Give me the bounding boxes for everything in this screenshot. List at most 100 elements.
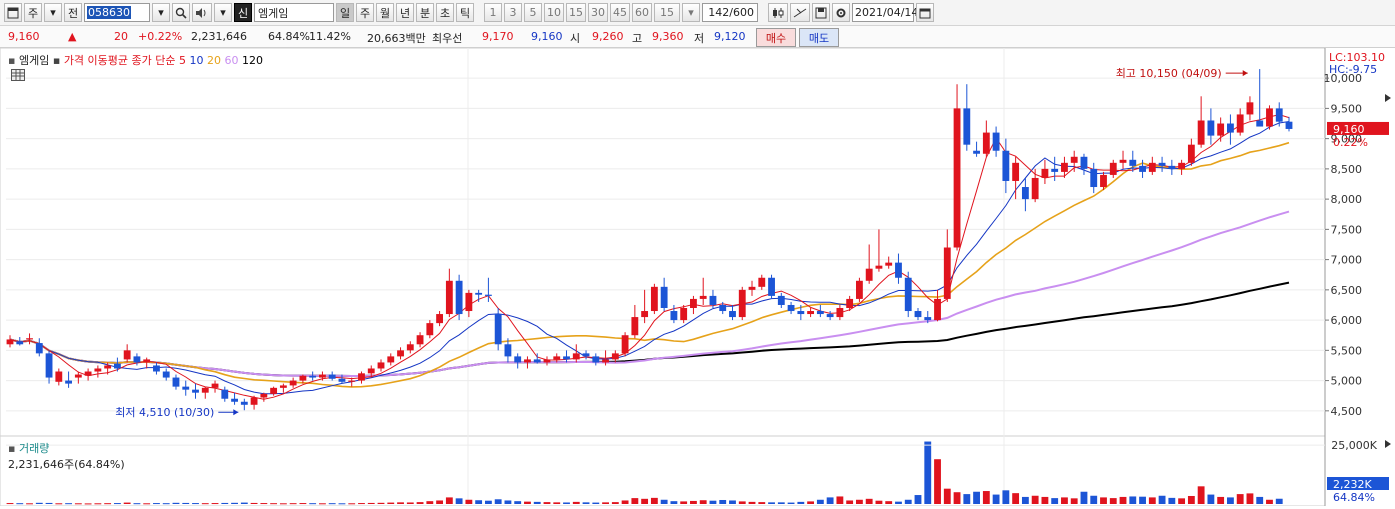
volume-bar <box>1246 493 1254 504</box>
window-icon[interactable] <box>4 3 22 22</box>
volume-bar <box>1266 499 1273 504</box>
candle-body <box>279 385 287 388</box>
candle-body <box>943 247 951 299</box>
volume-bar <box>1041 496 1049 504</box>
volume-bar <box>182 502 190 504</box>
interval-10[interactable]: 10 <box>544 3 564 22</box>
volume-bar <box>1100 497 1107 504</box>
stock-chart[interactable]: 10,000 9,500 9,000 8,500 8,000 7,500 7,000 6,50… <box>0 47 1395 507</box>
candle-icon[interactable] <box>768 3 788 22</box>
tab-week[interactable]: 주 <box>356 3 374 22</box>
candle-body <box>133 356 141 363</box>
volume-bar <box>553 502 561 504</box>
save-icon[interactable] <box>812 3 830 22</box>
chevron-down-icon[interactable]: ▾ <box>44 3 62 22</box>
candle-body <box>328 374 336 379</box>
volume-bar <box>621 500 629 504</box>
table-icon[interactable] <box>11 69 25 81</box>
candle-body <box>377 362 385 369</box>
volume-bar <box>680 501 688 504</box>
candle-body <box>397 350 404 357</box>
stock-info-icon[interactable]: 신 <box>234 3 252 22</box>
data-count-field[interactable]: 142/600 <box>702 3 758 22</box>
volume-bar <box>1187 495 1195 504</box>
price-tick-label: 7,000 <box>1331 254 1363 267</box>
tab-tick[interactable]: 틱 <box>456 3 474 22</box>
candle-body <box>680 308 688 321</box>
volume-tick-label: 25,000K <box>1331 439 1377 452</box>
code-dropdown-icon[interactable]: ▾ <box>152 3 170 22</box>
legend-type: 종가 단순 <box>131 54 176 67</box>
tab-second[interactable]: 초 <box>436 3 454 22</box>
candle-body <box>74 374 82 378</box>
interval-5[interactable]: 5 <box>524 3 542 22</box>
volume-bar <box>319 503 326 505</box>
candle-body <box>709 295 717 305</box>
price-change: 20 <box>114 30 128 43</box>
prev-button[interactable]: 전 <box>64 3 82 22</box>
candle-body <box>182 386 190 390</box>
volume-bar <box>113 503 121 505</box>
candle-body <box>406 344 414 351</box>
candle-body <box>299 375 307 381</box>
tab-year[interactable]: 년 <box>396 3 414 22</box>
volume-legend: ▪ 거래량 2,231,646주(64.84%) <box>8 440 125 472</box>
candle-body <box>26 338 33 340</box>
volume-bar <box>582 502 590 504</box>
stock-name-field[interactable]: 엠게임 <box>254 3 334 22</box>
interval-15[interactable]: 15 <box>566 3 586 22</box>
volume-bar <box>524 501 531 504</box>
volume-bar <box>787 502 795 504</box>
candle-body <box>1227 123 1234 133</box>
market-select[interactable]: 주 <box>24 3 42 22</box>
volume-bar <box>982 491 990 504</box>
interval-60[interactable]: 60 <box>632 3 652 22</box>
tab-month[interactable]: 월 <box>376 3 394 22</box>
candle-body <box>719 304 727 312</box>
low-annotation: 최저 4,510 (10/30) <box>115 406 214 419</box>
speaker-icon[interactable] <box>192 3 212 22</box>
candle-body <box>221 389 229 399</box>
stock-code-input[interactable]: 058630 <box>84 3 150 22</box>
candle-body <box>504 344 512 357</box>
volume-bar <box>455 498 463 504</box>
volume-bar <box>1021 496 1029 504</box>
crosshair-icon[interactable] <box>790 3 810 22</box>
candle-body <box>982 132 990 154</box>
candle-body <box>641 311 649 318</box>
date-field[interactable]: 2021/04/14 <box>852 3 918 22</box>
chart-canvas[interactable]: 10,0009,5009,0008,5008,0007,5007,0006,50… <box>0 47 1395 507</box>
candle-body <box>231 398 238 402</box>
volume-bar <box>16 503 24 505</box>
volume-bar <box>660 499 668 504</box>
calendar-icon[interactable] <box>916 3 934 22</box>
volume-bar <box>943 488 951 504</box>
price-tick-label: 8,000 <box>1331 193 1363 206</box>
volume-bar <box>1070 498 1078 504</box>
candle-body <box>1168 165 1176 169</box>
candle-body <box>895 262 902 278</box>
gear-icon[interactable] <box>832 3 850 22</box>
volume-bar <box>904 499 912 504</box>
tab-day[interactable]: 일 <box>336 3 354 22</box>
interval-3[interactable]: 3 <box>504 3 522 22</box>
sell-button[interactable]: 매도 <box>799 28 839 47</box>
ask-price: 9,170 <box>482 30 514 43</box>
speaker-dropdown-icon[interactable]: ▾ <box>214 3 232 22</box>
interval-dropdown-icon[interactable]: ▾ <box>682 3 700 22</box>
candle-body <box>162 371 170 378</box>
candle-body <box>846 298 854 308</box>
buy-button[interactable]: 매수 <box>756 28 796 47</box>
interval-30[interactable]: 30 <box>588 3 608 22</box>
candle-body <box>387 356 395 363</box>
volume-bar <box>1109 498 1117 504</box>
interval-1[interactable]: 1 <box>484 3 502 22</box>
interval-select[interactable]: 15 <box>654 3 680 22</box>
turnover-ratio: 11.42% <box>309 30 351 43</box>
candle-body <box>621 335 629 354</box>
volume-bar <box>963 494 971 504</box>
candle-body <box>690 298 697 308</box>
interval-45[interactable]: 45 <box>610 3 630 22</box>
tab-minute[interactable]: 분 <box>416 3 434 22</box>
search-icon[interactable] <box>172 3 190 22</box>
